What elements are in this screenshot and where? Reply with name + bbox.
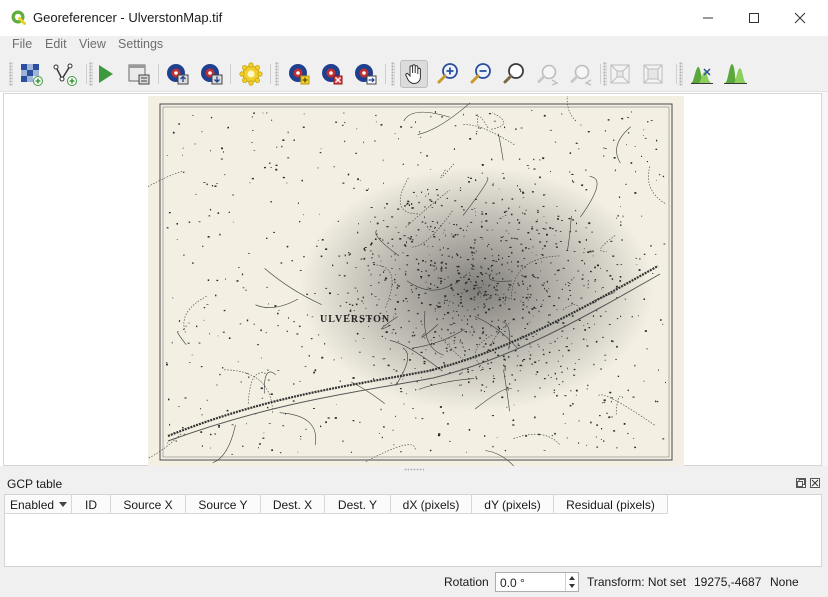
save-gcp-icon: [201, 64, 223, 85]
link-qgis-icon: [643, 64, 663, 84]
toolbar-grip-3[interactable]: [275, 62, 279, 86]
menu-edit[interactable]: Edit: [45, 37, 67, 51]
link-geo-icon: [610, 64, 630, 84]
transformation-settings-button[interactable]: [237, 60, 265, 88]
toolbar-grip[interactable]: [9, 62, 13, 86]
col-header-dest-y[interactable]: Dest. Y: [325, 495, 391, 514]
close-panel-button[interactable]: [810, 478, 820, 488]
gcp-panel-title: GCP table: [7, 477, 63, 491]
spin-down-icon[interactable]: [569, 584, 575, 588]
local-histogram-stretch-button[interactable]: [688, 60, 716, 88]
local-histogram-icon: [691, 66, 713, 84]
panel-splitter[interactable]: [0, 466, 828, 474]
zoom-in-button[interactable]: [434, 60, 462, 88]
pan-hand-icon: [405, 64, 421, 85]
open-raster-button[interactable]: [17, 60, 45, 88]
menu-settings[interactable]: Settings: [118, 37, 163, 51]
col-header-source-y[interactable]: Source Y: [186, 495, 261, 514]
map-town-label: ULVERSTON: [320, 314, 390, 325]
qgis-icon: [11, 10, 26, 25]
zoom-to-layer-button[interactable]: [500, 60, 528, 88]
toolbar: [0, 56, 828, 92]
add-point-icon: [289, 64, 310, 85]
zoom-next-icon: [570, 64, 592, 86]
add-vector-point-icon: [53, 63, 77, 86]
zoom-last-icon: [537, 64, 559, 86]
zoom-out-button[interactable]: [467, 60, 495, 88]
rotation-label: Rotation: [444, 575, 489, 589]
generate-gdal-script-button[interactable]: [125, 60, 153, 88]
full-histogram-icon: [724, 64, 747, 84]
settings-gear-icon: [239, 62, 263, 86]
gcp-table[interactable]: Enabled ID Source X Source Y Dest. X Des…: [4, 494, 822, 567]
delete-point-button[interactable]: [318, 60, 346, 88]
link-qgis-button[interactable]: [639, 60, 667, 88]
transform-status: Transform: Not set: [587, 575, 686, 589]
toolbar-grip-4[interactable]: [391, 62, 395, 86]
status-bar: Rotation 0.0 ° Transform: Not set 19275,…: [0, 567, 828, 597]
open-vector-button[interactable]: [51, 60, 79, 88]
crs-status[interactable]: None: [770, 575, 799, 589]
close-icon: [811, 479, 819, 487]
menu-view[interactable]: View: [79, 37, 106, 51]
open-raster-icon: [21, 64, 43, 86]
play-icon: [99, 65, 113, 83]
maximize-button[interactable]: [731, 0, 777, 36]
full-histogram-stretch-button[interactable]: [721, 60, 749, 88]
col-header-dy[interactable]: dY (pixels): [472, 495, 554, 514]
move-point-icon: [355, 64, 377, 85]
close-icon: [794, 12, 806, 24]
minimize-icon: [703, 17, 713, 19]
rotation-spin-buttons[interactable]: [565, 573, 578, 591]
load-gcp-icon: [167, 64, 189, 85]
add-point-button[interactable]: [285, 60, 313, 88]
col-header-residual[interactable]: Residual (pixels): [554, 495, 668, 514]
save-gcp-points-button[interactable]: [197, 60, 225, 88]
zoom-out-icon: [470, 63, 491, 84]
minimize-button[interactable]: [685, 0, 731, 36]
gcp-table-header: Enabled ID Source X Source Y Dest. X Des…: [5, 495, 668, 514]
right-edge: [822, 92, 828, 474]
maximize-icon: [749, 13, 759, 23]
col-header-source-x[interactable]: Source X: [111, 495, 186, 514]
map-canvas[interactable]: ULVERSTON: [3, 93, 822, 466]
start-georeferencing-button[interactable]: [91, 60, 119, 88]
menu-file[interactable]: File: [12, 37, 32, 51]
float-icon: [797, 479, 805, 487]
close-button[interactable]: [777, 0, 823, 36]
delete-point-icon: [322, 64, 343, 85]
gcp-table-panel: GCP table Enabled ID Source X Source Y D…: [0, 474, 828, 567]
window-title: Georeferencer - UlverstonMap.tif: [33, 10, 223, 25]
sort-indicator-icon: [59, 502, 67, 507]
raster-map-image: ULVERSTON: [148, 96, 684, 466]
gdal-script-icon: [128, 64, 150, 85]
pan-button[interactable]: [400, 60, 428, 88]
menu-bar: File Edit View Settings: [0, 36, 828, 56]
coordinate-readout: 19275,-4687: [694, 575, 762, 589]
move-gcp-point-button[interactable]: [351, 60, 379, 88]
zoom-next-button[interactable]: [567, 60, 595, 88]
rotation-spinbox[interactable]: 0.0 °: [495, 572, 579, 592]
float-panel-button[interactable]: [796, 478, 806, 488]
toolbar-grip-6[interactable]: [679, 62, 683, 86]
zoom-layer-icon: [503, 63, 524, 84]
col-header-dest-x[interactable]: Dest. X: [261, 495, 325, 514]
rotation-value: 0.0 °: [500, 576, 525, 590]
link-georeferencer-button[interactable]: [606, 60, 634, 88]
zoom-last-button[interactable]: [534, 60, 562, 88]
col-header-enabled[interactable]: Enabled: [5, 495, 72, 514]
load-gcp-points-button[interactable]: [163, 60, 191, 88]
col-header-id[interactable]: ID: [72, 495, 111, 514]
spin-up-icon[interactable]: [569, 576, 575, 580]
zoom-in-icon: [437, 63, 458, 84]
col-header-dx[interactable]: dX (pixels): [391, 495, 472, 514]
title-bar: Georeferencer - UlverstonMap.tif: [0, 0, 828, 36]
